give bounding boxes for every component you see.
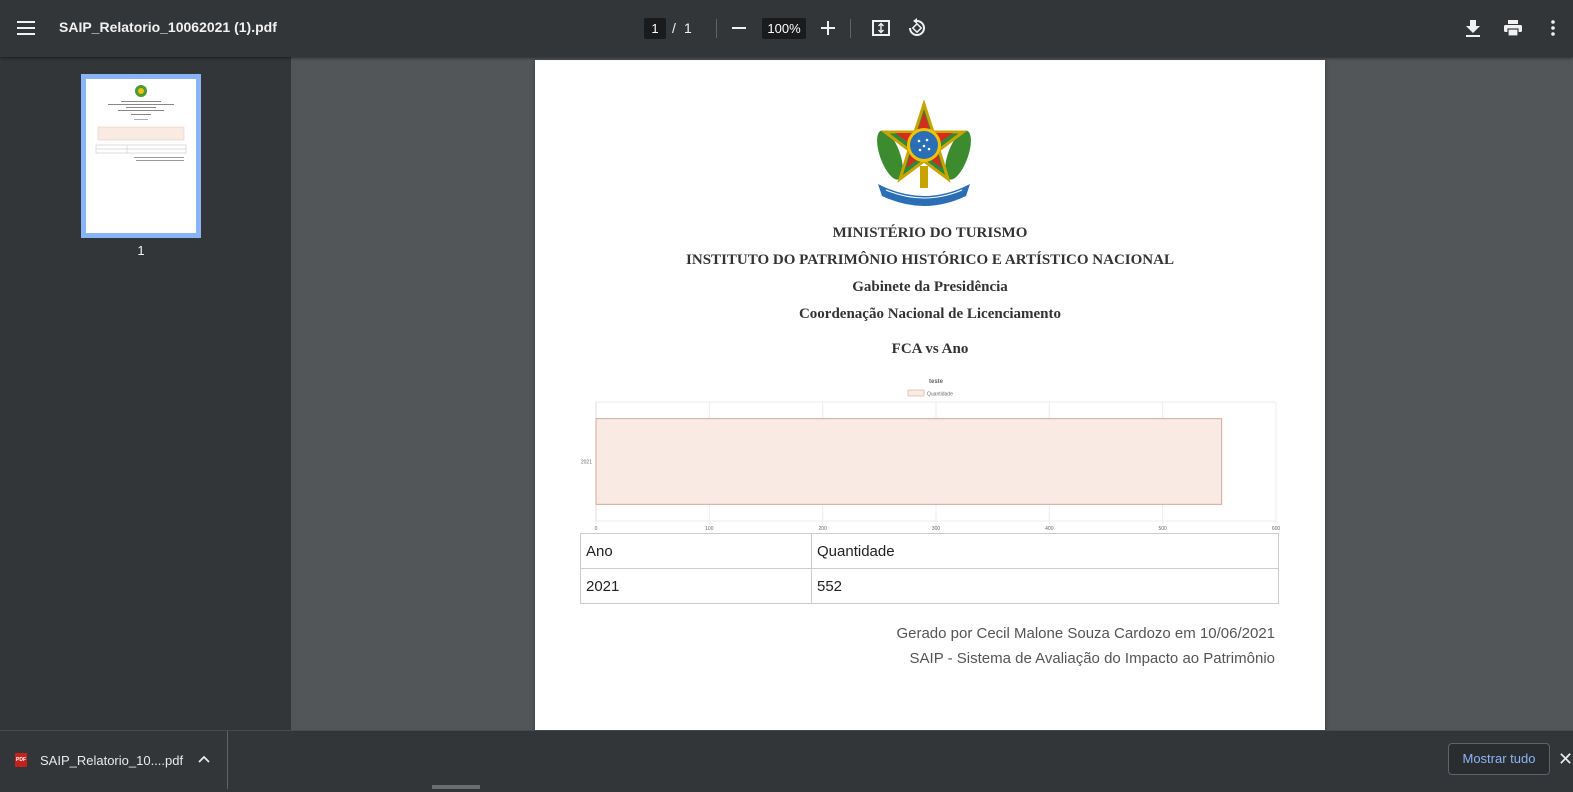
table-row: 2021 552 (580, 568, 1279, 604)
x-tick-label: 100 (705, 526, 714, 530)
table-cell: 2021 (580, 568, 812, 604)
document-viewer[interactable]: MINISTÉRIO DO TURISMO INSTITUTO DO PATRI… (291, 57, 1573, 730)
more-options-icon[interactable] (1539, 14, 1567, 42)
rotate-icon[interactable] (903, 14, 931, 42)
thumbnail-preview (86, 79, 196, 233)
x-tick-label: 600 (1272, 526, 1281, 530)
download-filename: SAIP_Relatorio_10....pdf (40, 753, 184, 768)
x-tick-label: 200 (818, 526, 827, 530)
table-header-row: Ano Quantidade (580, 533, 1279, 569)
download-item[interactable]: PDF SAIP_Relatorio_10....pdf (0, 731, 228, 789)
legend-label: Quantidade (927, 392, 953, 398)
x-tick-label: 400 (1045, 526, 1054, 530)
chevron-up-icon[interactable] (195, 750, 213, 768)
cabinet-heading: Gabinete da Presidência (852, 279, 1008, 295)
brazil-coat-of-arms-icon (870, 99, 978, 208)
pdf-file-icon: PDF (15, 753, 27, 767)
ministry-heading: MINISTÉRIO DO TURISMO (832, 225, 1028, 241)
table-cell: 552 (811, 568, 1279, 604)
bar-2021 (595, 418, 1223, 505)
generated-by-text: Gerado por Cecil Malone Souza Cardozo em… (896, 625, 1275, 642)
menu-icon[interactable] (12, 14, 40, 42)
toolbar-divider (850, 19, 851, 38)
x-tick-label: 300 (932, 526, 941, 530)
show-all-button[interactable]: Mostrar tudo (1448, 743, 1550, 775)
pdf-page: MINISTÉRIO DO TURISMO INSTITUTO DO PATRI… (535, 60, 1325, 730)
y-tick-label: 2021 (581, 460, 592, 466)
horizontal-scrollbar[interactable] (432, 785, 480, 789)
fit-page-icon[interactable] (867, 14, 895, 42)
system-name-text: SAIP - Sistema de Avaliação do Impacto a… (909, 650, 1275, 667)
thumbnail-sidebar: 1 (0, 57, 291, 730)
table-header-cell: Ano (580, 533, 812, 569)
data-table: Ano Quantidade 2021 552 (580, 533, 1279, 604)
chart-title: teste (929, 379, 944, 385)
page-thumbnail[interactable] (81, 74, 201, 238)
x-tick-label: 0 (595, 526, 598, 530)
x-tick-label: 500 (1158, 526, 1167, 530)
page-number-input[interactable]: 1 (644, 18, 666, 39)
table-header-cell: Quantidade (811, 533, 1279, 569)
downloads-bar: PDF SAIP_Relatorio_10....pdf Mostrar tud… (0, 730, 1573, 792)
zoom-input[interactable]: 100% (762, 18, 806, 39)
print-icon[interactable] (1499, 14, 1527, 42)
zoom-out-icon[interactable] (725, 14, 753, 42)
pdf-toolbar: SAIP_Relatorio_10062021 (1).pdf 1 / 1 10… (0, 0, 1573, 57)
report-title: FCA vs Ano (891, 341, 969, 357)
download-icon[interactable] (1459, 14, 1487, 42)
institute-heading: INSTITUTO DO PATRIMÔNIO HISTÓRICO E ARTÍ… (686, 252, 1174, 268)
document-title: SAIP_Relatorio_10062021 (1).pdf (59, 19, 277, 35)
thumbnail-page-number: 1 (137, 243, 145, 258)
toolbar-divider (716, 19, 717, 38)
page-separator: / (672, 20, 676, 36)
total-pages: 1 (684, 20, 692, 36)
coordination-heading: Coordenação Nacional de Licenciamento (798, 306, 1062, 322)
legend-swatch (907, 389, 925, 397)
bar-chart: teste Quantidade 0 100 200 300 400 500 600 2021 (581, 379, 1281, 530)
zoom-in-icon[interactable] (814, 14, 842, 42)
close-icon[interactable]: ✕ (1558, 749, 1573, 769)
